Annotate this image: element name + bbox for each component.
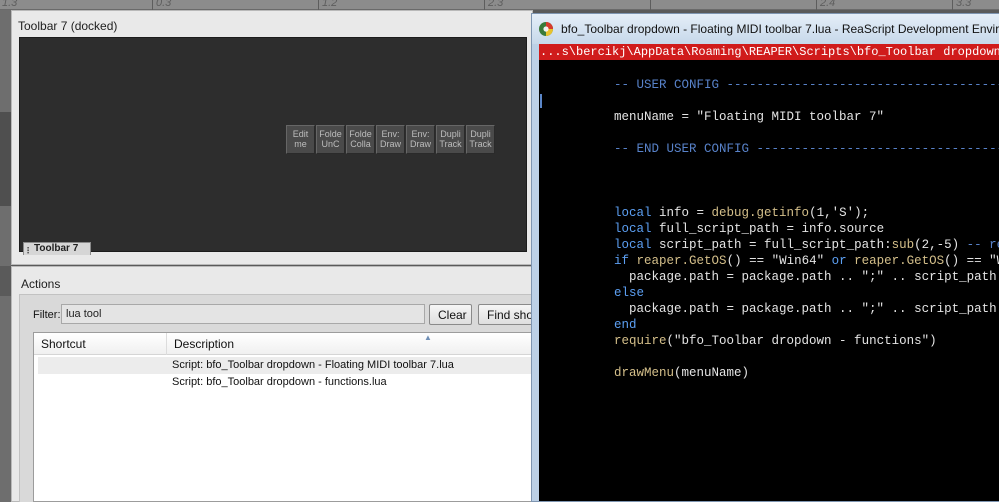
ruler-tick (318, 0, 319, 10)
toolbar-button-duplicate-track[interactable]: Dupli Track (436, 125, 465, 154)
code-comment: -- END USER CONFIG ---------------------… (614, 142, 999, 156)
code-line: end (539, 301, 637, 332)
toolbar-button-label: Draw (409, 139, 431, 149)
reaper-app-icon (539, 22, 553, 36)
clear-button[interactable]: Clear (429, 304, 472, 325)
grip-icon: ⋮ (24, 246, 32, 255)
code-text: package.path = package.path .. ";" .. sc… (614, 302, 999, 316)
sort-ascending-icon: ▲ (424, 333, 432, 342)
track-panel-edge (0, 10, 11, 502)
code-line: else (539, 269, 644, 300)
toolbar-button-folder-collapse[interactable]: Folde Colla (346, 125, 375, 154)
list-header: Shortcut Description ▲ (34, 333, 544, 355)
code-editor[interactable]: ...s\bercikj\AppData\Roaming\REAPER\Scri… (539, 44, 999, 501)
track-block[interactable] (0, 112, 11, 206)
toolbar-button-group: Edit me Folde UnC Folde Colla Env: Draw … (286, 125, 495, 154)
toolbar-docker-title: Toolbar 7 (docked) (18, 19, 118, 33)
code-area[interactable]: -- USER CONFIG -------------------------… (539, 61, 999, 501)
filter-input[interactable] (61, 304, 425, 324)
code-line: package.path = package.path .. ";" .. sc… (539, 253, 999, 284)
ruler-label: 1.3 (2, 0, 18, 9)
code-text: (menuName) (674, 366, 750, 380)
code-line: if reaper.GetOS() == "Win64" or reaper.G… (539, 237, 999, 268)
ruler-label: 1.2 (322, 0, 338, 9)
toolbar-button-label: Dupli (440, 129, 461, 139)
code-function: drawMenu (614, 366, 675, 380)
toolbar-button-env-draw[interactable]: Env: Draw (376, 125, 405, 154)
list-item[interactable]: Script: bfo_Toolbar dropdown - functions… (38, 374, 542, 391)
ruler-tick (650, 0, 651, 10)
code-line: local info = debug.getinfo(1,'S'); (539, 189, 869, 220)
toolbar-button-folder-uncollapse[interactable]: Folde UnC (316, 125, 345, 154)
toolbar-button-env-draw-2[interactable]: Env: Draw (406, 125, 435, 154)
column-header-shortcut[interactable]: Shortcut (34, 333, 167, 355)
toolbar-button-label: Env: (411, 129, 430, 139)
code-line: -- USER CONFIG -------------------------… (539, 61, 999, 92)
ruler-label: 2.4 (820, 0, 836, 9)
reascript-ide-window: bfo_Toolbar dropdown - Floating MIDI too… (531, 13, 999, 502)
actions-title: Actions (21, 277, 61, 291)
screen: 1.3 0.3 1.2 2.3 2.4 3.3 Toolbar 7 (docke… (0, 0, 999, 502)
toolbar-button-label: me (294, 139, 307, 149)
ruler-label: 3.3 (956, 0, 972, 9)
toolbar-button-edit-me[interactable]: Edit me (286, 125, 315, 154)
actions-window: Actions Filter: Clear Find shortcut Shor… (11, 266, 548, 502)
tab-label: Toolbar 7 (34, 243, 79, 254)
timeline-ruler[interactable]: 1.3 0.3 1.2 2.3 2.4 3.3 (0, 0, 999, 10)
code-text: package.path = package.path .. ";" .. sc… (614, 270, 999, 284)
column-header-description[interactable]: Description (167, 333, 544, 355)
toolbar-button-label: Edit (292, 129, 309, 139)
filter-label: Filter: (33, 309, 61, 321)
toolbar-button-label: Dupli (470, 129, 491, 139)
ruler-tick (816, 0, 817, 10)
ide-titlebar[interactable]: bfo_Toolbar dropdown - Floating MIDI too… (532, 14, 999, 44)
list-item[interactable]: Script: bfo_Toolbar dropdown - Floating … (38, 357, 542, 374)
toolbar-button-label: Env: (381, 129, 400, 139)
action-description: Script: bfo_Toolbar dropdown - functions… (172, 376, 387, 388)
track-block[interactable] (0, 266, 11, 296)
toolbar-button-label: Colla (350, 139, 371, 149)
code-function: require (614, 334, 667, 348)
code-text: ("bfo_Toolbar dropdown - functions") (666, 334, 937, 348)
toolbar-area: Edit me Folde UnC Folde Colla Env: Draw … (19, 37, 527, 252)
code-line: -- END USER CONFIG ---------------------… (539, 125, 999, 156)
code-line: package.path = package.path .. ";" .. sc… (539, 285, 999, 316)
toolbar-button-label: UnC (321, 139, 340, 149)
code-line: menuName = "Floating MIDI toolbar 7" (539, 93, 884, 124)
toolbar-button-label: Track (469, 139, 492, 149)
toolbar-button-duplicate-track-2[interactable]: Dupli Track (466, 125, 495, 154)
code-string: "Floating MIDI toolbar 7" (696, 110, 885, 124)
ruler-label: 0.3 (156, 0, 172, 9)
action-description: Script: bfo_Toolbar dropdown - Floating … (172, 359, 454, 371)
actions-body: Filter: Clear Find shortcut Shortcut Des… (19, 294, 548, 502)
tab-toolbar-7[interactable]: ⋮ Toolbar 7 (23, 242, 92, 255)
code-line: local script_path = full_script_path:sub… (539, 221, 999, 252)
code-line: local full_script_path = info.source (539, 205, 884, 236)
code-comment: -- USER CONFIG -------------------------… (614, 78, 999, 92)
toolbar-docker: Toolbar 7 (docked) Edit me Folde UnC Fol… (11, 10, 533, 265)
actions-list[interactable]: Shortcut Description ▲ Script: bfo_Toolb… (33, 332, 544, 502)
docker-tab-strip: ⋮ Toolbar 7 (19, 242, 527, 255)
file-path-bar: ...s\bercikj\AppData\Roaming\REAPER\Scri… (539, 44, 999, 60)
ruler-label: 2.3 (488, 0, 504, 9)
toolbar-button-label: Folde (319, 129, 342, 139)
code-line: require("bfo_Toolbar dropdown - function… (539, 317, 937, 348)
toolbar-button-label: Track (439, 139, 462, 149)
code-text: menuName = (614, 110, 697, 124)
ide-window-title: bfo_Toolbar dropdown - Floating MIDI too… (561, 22, 999, 36)
toolbar-button-label: Draw (379, 139, 401, 149)
ruler-tick (152, 0, 153, 10)
code-line: drawMenu(menuName) (539, 349, 749, 380)
toolbar-button-label: Folde (349, 129, 372, 139)
ruler-tick (952, 0, 953, 10)
ruler-tick (484, 0, 485, 10)
